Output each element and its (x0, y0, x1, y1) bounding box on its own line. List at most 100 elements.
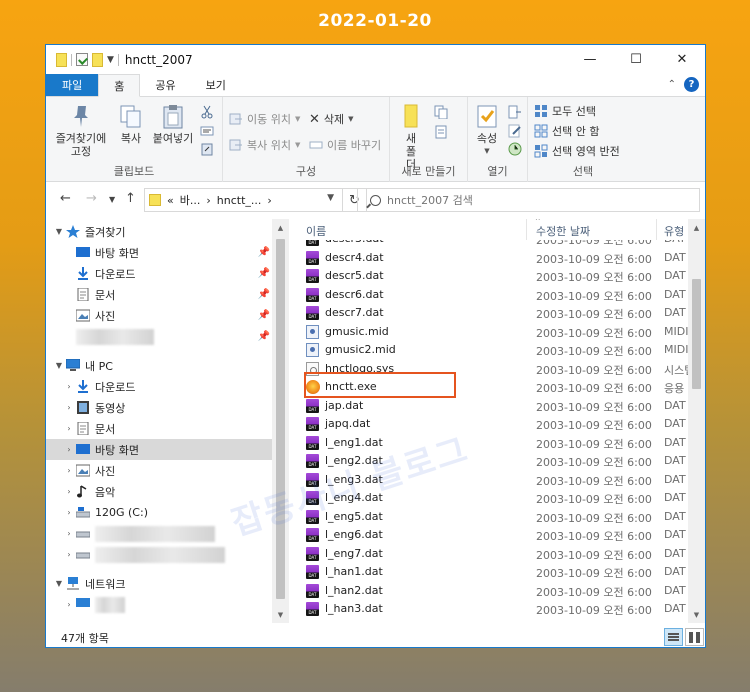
chevron-up-icon[interactable]: ⌃ (668, 79, 676, 90)
nav-quick-desktop[interactable]: 바탕 화면 📌 (46, 242, 272, 263)
expand-icon[interactable]: › (62, 403, 76, 412)
paste-button[interactable]: 붙여넣기 (150, 103, 196, 145)
expand-icon[interactable]: › (62, 600, 76, 609)
file-row[interactable]: l_eng3.dat 2003-10-09 오전 6:00 DAT (298, 470, 705, 489)
breadcrumb-current[interactable]: hnctt_... (217, 194, 262, 207)
forward-arrow-icon[interactable]: → (86, 191, 97, 206)
scroll-thumb[interactable] (692, 279, 701, 389)
expand-icon[interactable]: › (62, 424, 76, 433)
delete-button[interactable]: ✕ 삭제 ▼ (309, 111, 354, 127)
close-button[interactable]: ✕ (659, 45, 705, 74)
tab-share[interactable]: 공유 (140, 74, 190, 96)
tab-home[interactable]: 홈 (98, 74, 141, 97)
edit-icon[interactable] (508, 124, 522, 138)
nav-pc-videos[interactable]: › 동영상 (46, 397, 272, 418)
scroll-up-icon[interactable]: ▲ (272, 219, 289, 236)
up-arrow-icon[interactable]: ↑ (125, 191, 136, 206)
new-folder-icon[interactable] (92, 52, 103, 67)
file-list-scrollbar[interactable]: ▲ ▼ (688, 219, 705, 623)
file-row[interactable]: descr4.dat 2003-10-09 오전 6:00 DAT (298, 248, 705, 267)
nav-network[interactable]: ▼ 네트워크 (46, 573, 272, 594)
collapse-icon[interactable]: ▼ (52, 227, 66, 236)
nav-quick-access[interactable]: ▼ 즐겨찾기 (46, 221, 272, 242)
properties-icon[interactable] (76, 53, 88, 66)
copy-button[interactable]: 복사 (114, 103, 148, 145)
expand-icon[interactable]: › (62, 508, 76, 517)
collapse-icon[interactable]: ▼ (52, 579, 66, 588)
file-row[interactable]: japq.dat 2003-10-09 오전 6:00 DAT (298, 414, 705, 433)
tab-file[interactable]: 파일 (46, 74, 99, 96)
file-row[interactable]: descr6.dat 2003-10-09 오전 6:00 DAT (298, 285, 705, 304)
history-icon[interactable] (508, 142, 522, 156)
tab-view[interactable]: 보기 (191, 74, 241, 96)
nav-pc-redacted-drive-1[interactable]: › (46, 523, 272, 544)
properties-button[interactable]: 속성 ▼ (471, 103, 503, 158)
new-folder-button[interactable]: 새 폴더 (394, 103, 428, 171)
select-all-button[interactable]: 모두 선택 (534, 103, 596, 119)
nav-quick-downloads[interactable]: 다운로드 📌 (46, 263, 272, 284)
file-row[interactable]: l_han1.dat 2003-10-09 오전 6:00 DAT (298, 562, 705, 581)
column-type[interactable]: 유형 (664, 223, 684, 239)
nav-quick-pictures[interactable]: 사진 📌 (46, 305, 272, 326)
pin-icon[interactable]: 📌 (258, 247, 270, 258)
nav-quick-documents[interactable]: 문서 📌 (46, 284, 272, 305)
file-row[interactable]: l_eng6.dat 2003-10-09 오전 6:00 DAT (298, 525, 705, 544)
nav-pc-documents[interactable]: › 문서 (46, 418, 272, 439)
customize-toolbar-icon[interactable]: ▼ (107, 55, 114, 65)
file-row[interactable]: descr7.dat 2003-10-09 오전 6:00 DAT (298, 303, 705, 322)
expand-icon[interactable]: › (62, 382, 76, 391)
rename-button[interactable]: 이름 바꾸기 (309, 137, 381, 153)
new-item-icon[interactable] (434, 105, 448, 120)
nav-pc-desktop[interactable]: › 바탕 화면 (46, 439, 272, 460)
expand-icon[interactable]: › (62, 487, 76, 496)
pin-icon[interactable]: 📌 (258, 331, 270, 342)
file-row[interactable]: gmusic2.mid 2003-10-09 오전 6:00 MIDI (298, 340, 705, 359)
file-row[interactable]: l_han3.dat 2003-10-09 오전 6:00 DAT (298, 599, 705, 618)
minimize-button[interactable]: — (567, 45, 613, 74)
file-row[interactable]: descr5.dat 2003-10-09 오전 6:00 DAT (298, 266, 705, 285)
file-row[interactable]: l_eng7.dat 2003-10-09 오전 6:00 DAT (298, 544, 705, 563)
pin-to-quick-access-button[interactable]: 즐겨찾기에 고정 (52, 103, 110, 158)
file-row[interactable]: jap.dat 2003-10-09 오전 6:00 DAT (298, 396, 705, 415)
large-icons-view-button[interactable] (685, 628, 704, 646)
cut-icon[interactable] (200, 105, 214, 119)
nav-pane-scrollbar[interactable]: ▲ ▼ (272, 219, 289, 623)
expand-icon[interactable]: › (62, 550, 76, 559)
collapse-icon[interactable]: ▼ (52, 361, 66, 370)
paste-shortcut-icon[interactable] (200, 142, 214, 156)
nav-pc-music[interactable]: › 음악 (46, 481, 272, 502)
nav-pc-pictures[interactable]: › 사진 (46, 460, 272, 481)
file-row[interactable]: l_han2.dat 2003-10-09 오전 6:00 DAT (298, 581, 705, 600)
details-view-button[interactable] (664, 628, 683, 646)
file-row[interactable]: l_eng5.dat 2003-10-09 오전 6:00 DAT (298, 507, 705, 526)
pin-icon[interactable]: 📌 (258, 268, 270, 279)
nav-this-pc[interactable]: ▼ 내 PC (46, 355, 272, 376)
scroll-thumb[interactable] (276, 239, 285, 599)
breadcrumb-parent[interactable]: 바... (180, 192, 201, 208)
pin-icon[interactable]: 📌 (258, 310, 270, 321)
expand-icon[interactable]: › (62, 445, 76, 454)
nav-pc-drive-c[interactable]: › 120G (C:) (46, 502, 272, 523)
file-row[interactable]: l_eng1.dat 2003-10-09 오전 6:00 DAT (298, 433, 705, 452)
recent-locations-icon[interactable]: ▼ (109, 195, 115, 204)
chevron-down-icon[interactable]: ▼ (327, 193, 334, 203)
expand-icon[interactable]: › (62, 529, 76, 538)
nav-quick-redacted[interactable]: 📌 (46, 326, 272, 347)
breadcrumb-separator[interactable]: › (206, 194, 210, 207)
easy-access-icon[interactable] (434, 125, 448, 139)
help-icon[interactable]: ? (684, 77, 699, 92)
search-input[interactable] (387, 193, 687, 207)
copy-path-icon[interactable] (200, 124, 214, 138)
select-none-button[interactable]: 선택 안 함 (534, 123, 599, 139)
breadcrumb-overflow[interactable]: « (167, 194, 174, 207)
invert-selection-button[interactable]: 선택 영역 반전 (534, 143, 620, 159)
file-row[interactable]: l_eng4.dat 2003-10-09 오전 6:00 DAT (298, 488, 705, 507)
copy-to-button[interactable]: 복사 위치 ▼ (229, 137, 300, 153)
back-arrow-icon[interactable]: ← (60, 191, 71, 206)
nav-pc-redacted-drive-2[interactable]: › (46, 544, 272, 565)
scroll-up-icon[interactable]: ▲ (688, 219, 705, 236)
move-to-button[interactable]: 이동 위치 ▼ (229, 111, 300, 127)
maximize-button[interactable]: ☐ (613, 45, 659, 74)
address-bar[interactable]: « 바... › hnctt_... › ▼ (144, 188, 343, 212)
file-row[interactable]: gmusic.mid 2003-10-09 오전 6:00 MIDI (298, 322, 705, 341)
